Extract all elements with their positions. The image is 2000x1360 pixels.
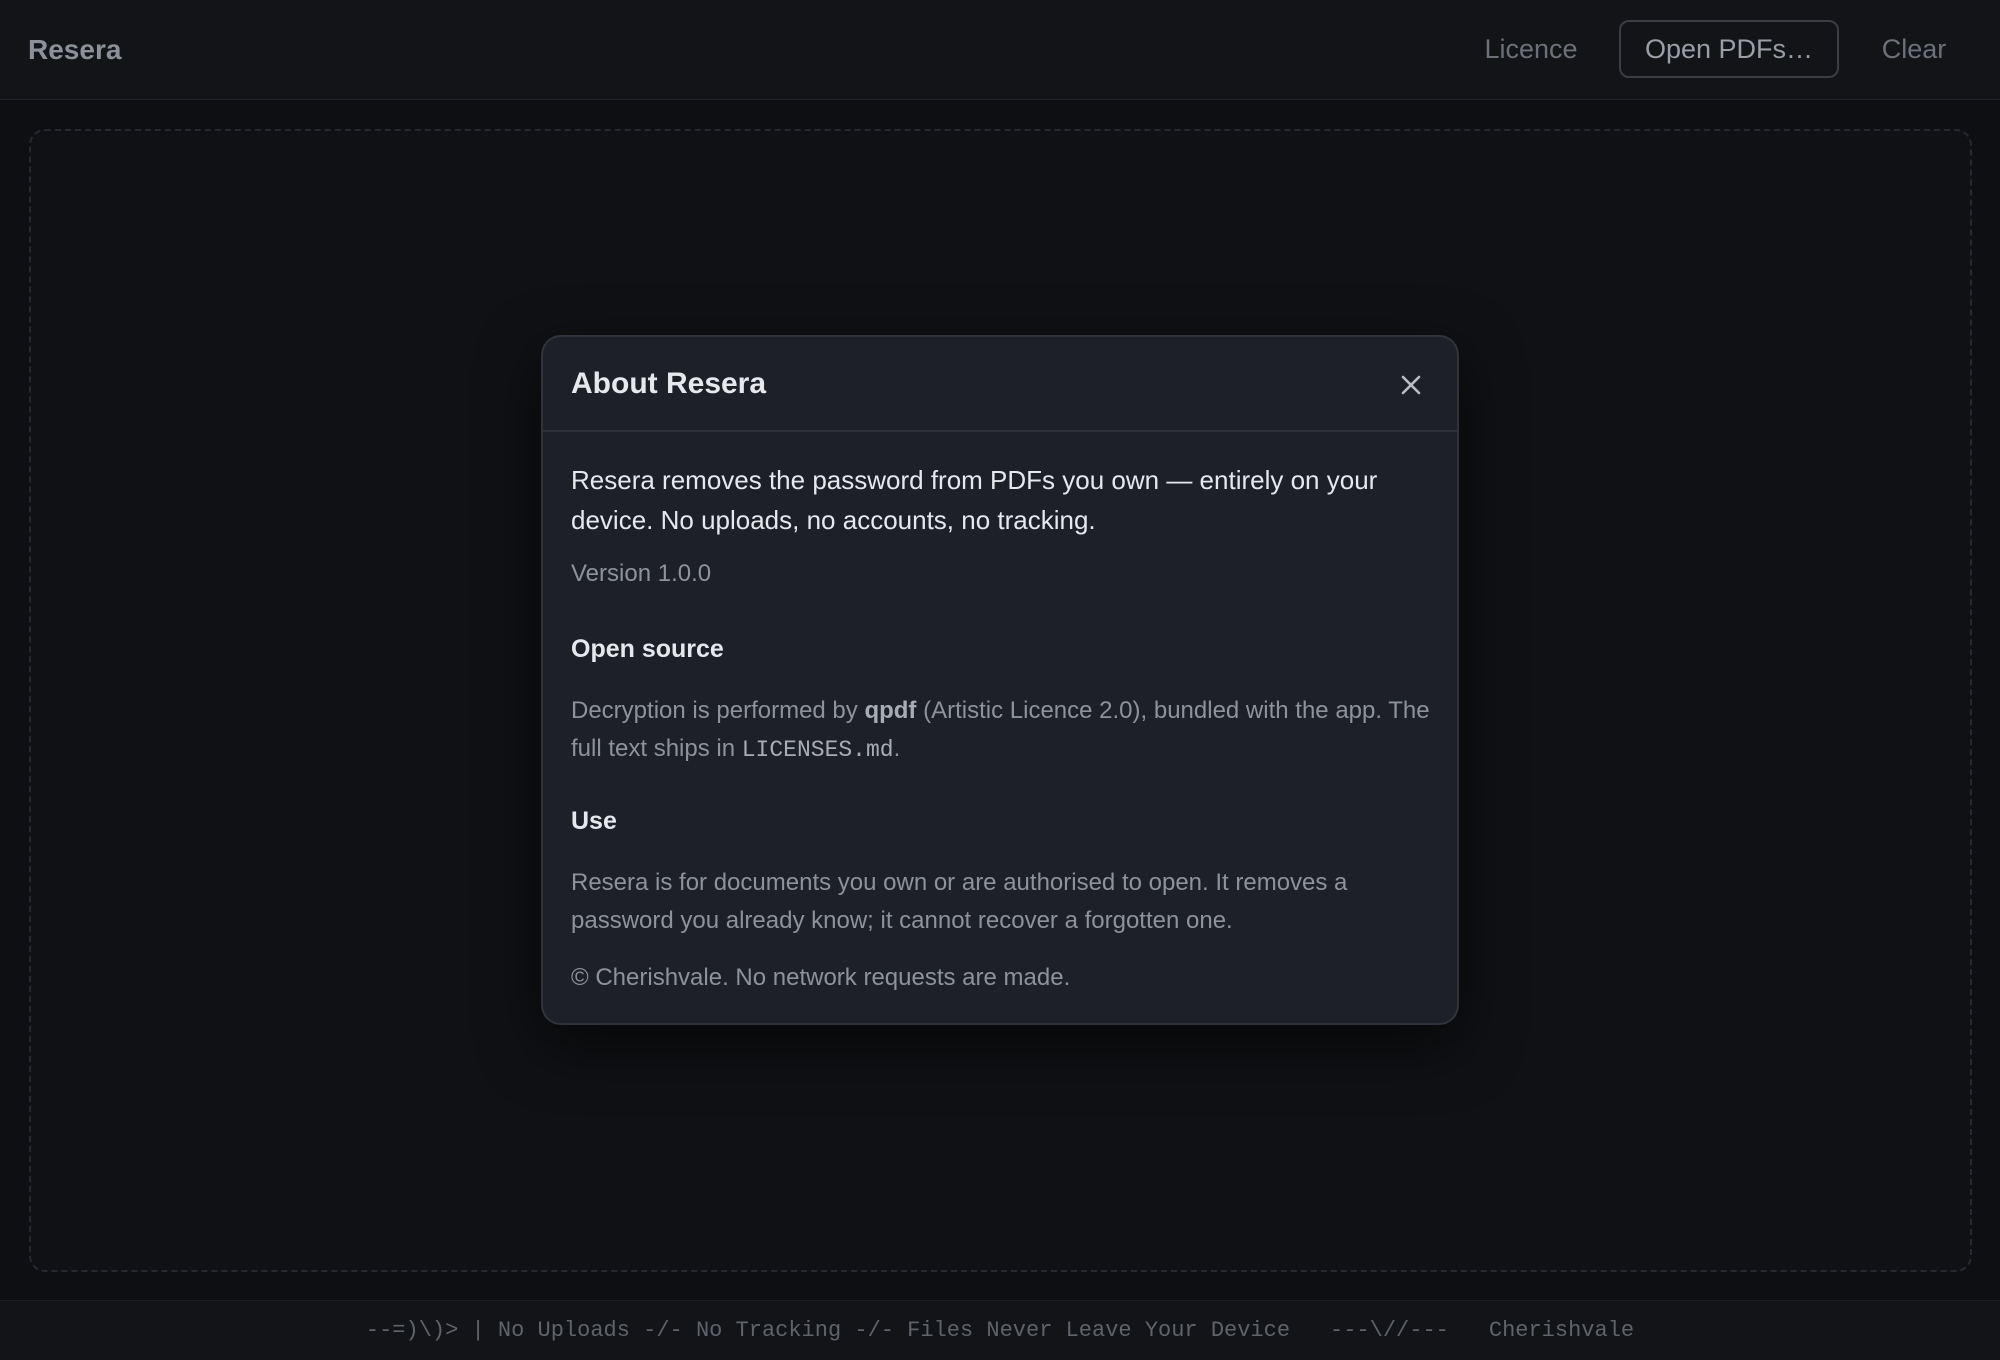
dialog-header: About Resera	[543, 337, 1457, 432]
copyright-text: © Cherishvale. No network requests are m…	[571, 964, 1071, 991]
dialog-title: About Resera	[571, 367, 767, 400]
clear-button[interactable]: Clear	[1864, 20, 1964, 78]
status-divider: ---\//---	[1330, 1318, 1449, 1343]
app-title: Resera	[28, 34, 122, 65]
license-file: LICENSES.md	[741, 737, 894, 763]
open-source-heading: Open source	[571, 635, 724, 663]
open-pdfs-button[interactable]: Open PDFs…	[1619, 20, 1839, 78]
dialog-intro: Resera removes the password from PDFs yo…	[571, 465, 1378, 535]
top-bar: Resera Licence Open PDFs… Clear	[0, 0, 2000, 100]
close-button[interactable]	[1387, 361, 1435, 409]
close-icon	[1401, 375, 1421, 395]
use-text: Resera is for documents you own or are a…	[571, 869, 1348, 934]
library-name: qpdf	[864, 697, 917, 724]
licence-button[interactable]: Licence	[1462, 20, 1600, 78]
open-source-text: Decryption is performed by qpdf (Artisti…	[571, 697, 1430, 763]
about-dialog: About Resera Resera removes the password…	[541, 335, 1459, 1025]
status-bar: --=)\)> | No Uploads -/- No Tracking -/-…	[0, 1300, 2000, 1360]
version-label: Version 1.0.0	[571, 560, 712, 587]
status-author: Cherishvale	[1488, 1318, 1635, 1343]
status-tagline: --=)\)> | No Uploads -/- No Tracking -/-…	[365, 1318, 1291, 1343]
use-heading: Use	[571, 807, 617, 835]
